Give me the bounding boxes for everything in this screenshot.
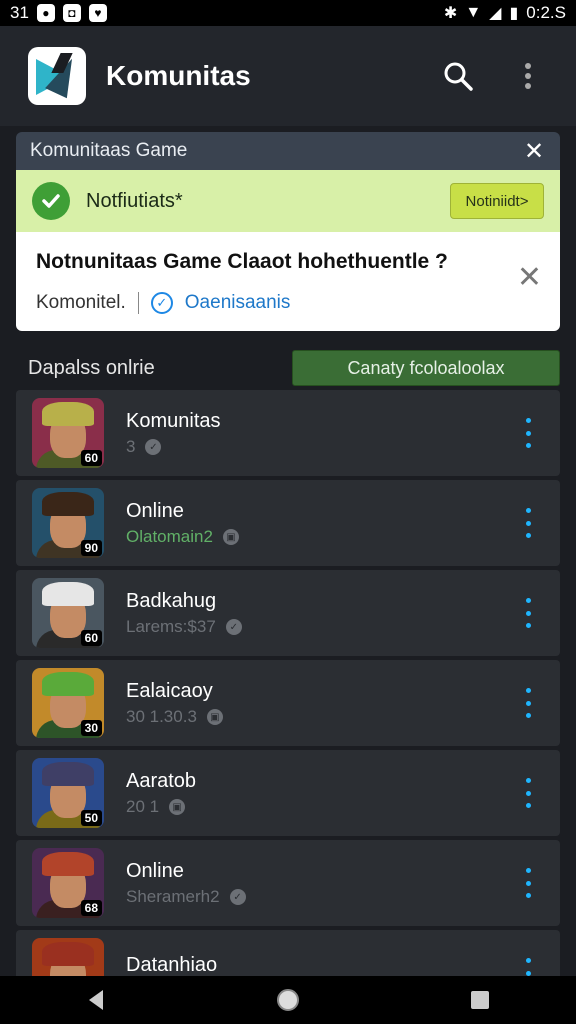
community-list: 60 Komunitas 3 ✓ 90 Online Olatomain2 ▣ 60…	[16, 390, 560, 1020]
avatar: 60	[32, 398, 104, 468]
avatar-badge: 90	[80, 540, 102, 556]
item-subtitle: 20 1 ▣	[126, 797, 196, 817]
shield-icon: ♥	[88, 4, 107, 22]
status-time: 31	[10, 3, 29, 22]
notification-card: Komunitaas Game ✕ Notfiutiats* Notiniidt…	[16, 132, 560, 331]
media-icon: ▣	[206, 709, 223, 725]
recents-icon[interactable]	[460, 980, 500, 1020]
item-title: Datanhiao	[126, 954, 218, 976]
avatar: 30	[32, 668, 104, 738]
notification-action-button[interactable]: Notiniidt>	[450, 183, 544, 219]
avatar-badge: 50	[80, 810, 102, 826]
list-item[interactable]: 90 Online Olatomain2 ▣	[16, 480, 560, 566]
section-action-button[interactable]: Canaty fcoloaloolax	[292, 350, 560, 386]
battery-icon: ▮	[509, 5, 519, 22]
notification-question: Notnunitaas Game Claaot hohethuentle ?	[36, 250, 448, 273]
chat-icon: ●	[36, 4, 55, 22]
check-icon: ✓	[229, 889, 246, 905]
notification-header-title: Komunitaas Game	[30, 140, 188, 161]
list-item[interactable]: 60 Komunitas 3 ✓	[16, 390, 560, 476]
item-title: Aaratob	[126, 770, 197, 792]
close-icon[interactable]: ✕	[522, 137, 546, 166]
list-item[interactable]: 30 Ealaicaoy 30 1.30.3 ▣	[16, 660, 560, 746]
status-right: ✱ ▼ ◢ ▮ 0:2.S	[444, 3, 566, 23]
dismiss-icon[interactable]: ✕	[517, 260, 542, 295]
notification-meta: Komonitel.	[36, 292, 126, 313]
section-header: Dapalss onlrie Canaty fcoloaloolax	[28, 350, 560, 386]
avatar: 68	[32, 848, 104, 918]
item-subtitle: Larems:$37 ✓	[126, 617, 242, 637]
section-title: Dapalss onlrie	[28, 356, 155, 379]
list-item[interactable]: 68 Online Sheramerh2 ✓	[16, 840, 560, 926]
verified-icon: ✓	[150, 292, 173, 314]
app-title: Komunitas	[106, 60, 251, 91]
item-subtitle: 30 1.30.3 ▣	[126, 707, 223, 727]
avatar: 90	[32, 488, 104, 558]
media-icon: ▣	[222, 529, 239, 545]
avatar: 60	[32, 578, 104, 648]
notification-body: Notnunitaas Game Claaot hohethuentle ? ✕…	[16, 232, 560, 331]
app-bar: Komunitas	[0, 26, 576, 149]
wifi-icon: ▼	[465, 4, 482, 21]
more-vert-icon[interactable]	[520, 688, 536, 718]
avatar-badge: 68	[80, 900, 102, 916]
item-subtitle: Olatomain2 ▣	[126, 527, 239, 547]
more-vert-icon[interactable]	[520, 418, 536, 448]
more-vert-icon[interactable]	[508, 56, 548, 96]
back-icon[interactable]	[76, 980, 116, 1020]
check-icon	[32, 182, 70, 220]
home-icon[interactable]	[268, 980, 308, 1020]
notification-banner: Notfiutiats* Notiniidt>	[16, 170, 560, 232]
item-subtitle: Sheramerh2 ✓	[126, 887, 246, 907]
check-icon: ✓	[225, 619, 242, 635]
status-left: 31 ● ◘ ♥	[10, 3, 107, 23]
info-icon: ✓	[145, 439, 162, 455]
item-title: Komunitas	[126, 410, 221, 432]
system-nav-bar	[0, 976, 576, 1024]
more-vert-icon[interactable]	[520, 868, 536, 898]
more-vert-icon[interactable]	[520, 598, 536, 628]
item-title: Online	[126, 500, 184, 522]
avatar-badge: 60	[80, 630, 102, 646]
item-title: Ealaicaoy	[126, 680, 213, 702]
list-item[interactable]: 60 Badkahug Larems:$37 ✓	[16, 570, 560, 656]
media-icon: ▣	[169, 799, 186, 815]
app-logo	[28, 47, 86, 105]
notification-meta-row: Komonitel. ✓ Oaenisaanis	[36, 292, 540, 314]
status-bar: 31 ● ◘ ♥ ✱ ▼ ◢ ▮ 0:2.S	[0, 0, 576, 26]
notification-verified-link[interactable]: Oaenisaanis	[185, 292, 291, 314]
avatar: 50	[32, 758, 104, 828]
search-icon[interactable]	[438, 56, 478, 96]
list-item[interactable]: 50 Aaratob 20 1 ▣	[16, 750, 560, 836]
item-title: Badkahug	[126, 590, 217, 612]
item-title: Online	[126, 860, 184, 882]
signal-icon: ◢	[489, 5, 502, 22]
more-vert-icon[interactable]	[520, 778, 536, 808]
avatar-badge: 30	[80, 720, 102, 736]
avatar-badge: 60	[80, 450, 102, 466]
notification-icon: ◘	[62, 4, 81, 22]
divider	[137, 292, 139, 314]
notification-header: Komunitaas Game ✕	[16, 132, 560, 170]
vibrate-icon: ✱	[443, 5, 458, 22]
status-battery-text: 0:2.S	[526, 3, 566, 22]
more-vert-icon[interactable]	[520, 508, 536, 538]
notification-banner-title: Notfiutiats*	[86, 189, 183, 212]
item-subtitle: 3 ✓	[126, 437, 221, 457]
